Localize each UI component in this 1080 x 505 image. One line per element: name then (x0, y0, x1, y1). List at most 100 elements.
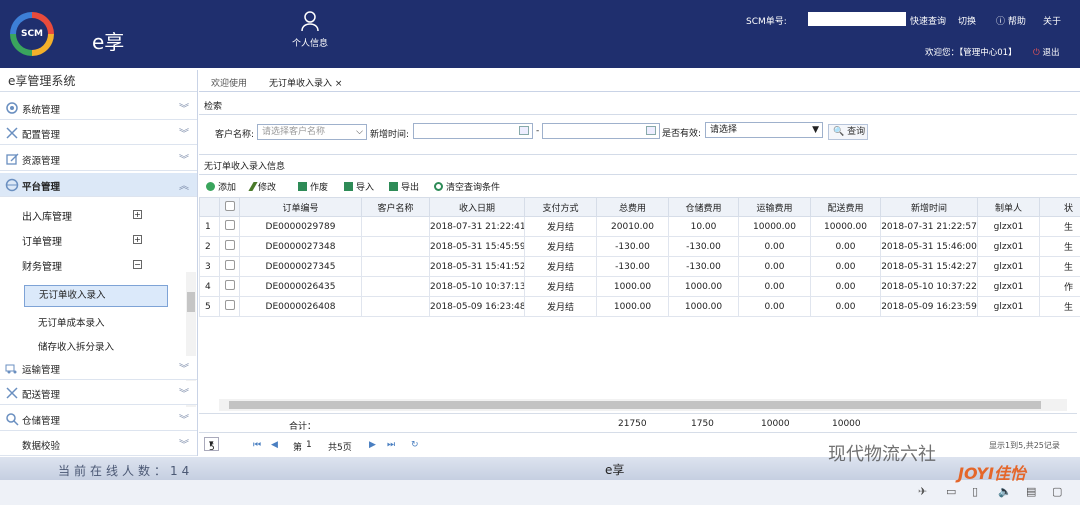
collapse-icon[interactable]: − (133, 260, 142, 269)
empty-cell (220, 377, 240, 397)
leaf-income-entry[interactable]: 无订单收入录入 (24, 285, 168, 307)
empty-cell (220, 357, 240, 377)
empty-row (200, 317, 1080, 337)
menu-delivery[interactable]: 配送管理 ︾ (0, 381, 197, 405)
page-input[interactable]: 1 (306, 440, 312, 450)
scroll-thumb[interactable] (229, 401, 1041, 409)
table-cell: 2018-05-31 15:42:27 (880, 256, 978, 277)
export-button[interactable]: 导出 (389, 180, 419, 193)
row-checkbox[interactable] (219, 236, 240, 257)
close-icon[interactable]: × (335, 79, 343, 89)
scm-input[interactable] (808, 12, 906, 26)
menu-config[interactable]: 配置管理 ︾ (0, 121, 197, 145)
search-button[interactable]: 🔍 查询 (828, 124, 868, 140)
table-cell: 2018-05-09 16:23:59 (880, 296, 978, 317)
menu-resource[interactable]: 资源管理 ︾ (0, 147, 197, 171)
table-cell: 2018-05-10 10:37:22 (880, 276, 978, 297)
col-delivery[interactable]: 配送费用 (810, 197, 881, 217)
sub-finance[interactable]: 财务管理 (22, 258, 62, 273)
menu-system[interactable]: 系统管理 ︾ (0, 96, 197, 120)
void-button[interactable]: 作废 (298, 180, 328, 193)
empty-cell (811, 377, 881, 397)
edit-button[interactable]: 修改 (248, 180, 276, 193)
col-income-date[interactable]: 收入日期 (429, 197, 525, 217)
empty-cell (525, 377, 597, 397)
row-checkbox[interactable] (219, 256, 240, 277)
col-total[interactable]: 总费用 (596, 197, 669, 217)
grid-hscrollbar[interactable] (219, 399, 1067, 411)
empty-cell (1040, 337, 1080, 357)
col-creator[interactable]: 制单人 (977, 197, 1040, 217)
col-order-no[interactable]: 订单编号 (239, 197, 362, 217)
last-page-icon[interactable]: ⏭ (387, 440, 395, 450)
logo: SCM (10, 12, 54, 56)
page-size-select[interactable]: 5 ▾ (204, 437, 219, 453)
col-status[interactable]: 状 (1039, 197, 1080, 217)
col-transport[interactable]: 运输费用 (738, 197, 811, 217)
row-checkbox[interactable] (219, 296, 240, 317)
logout-link[interactable]: ⏻ 退出 (1033, 46, 1059, 58)
table-row[interactable]: 3 DE0000027345 2018-05-31 15:41:52 发月结 -130.… (199, 256, 1080, 277)
keyboard-icon[interactable]: ▤ (1026, 485, 1036, 498)
about-link[interactable]: 关于 (1043, 14, 1061, 27)
pin-icon[interactable]: ✈ (918, 485, 927, 498)
switch-link[interactable]: 切换 (958, 14, 976, 27)
user-info-label: 个人信息 (291, 39, 328, 49)
menu-data-check[interactable]: 数据校验 ︾ (0, 432, 197, 456)
table-row[interactable]: 1 DE0000029789 2018-07-31 21:22:41 发月结 20010… (199, 216, 1080, 237)
leaf-cost-entry[interactable]: 无订单成本录入 (38, 315, 105, 329)
sub-order[interactable]: 订单管理 (22, 233, 62, 248)
menu-platform[interactable]: 平台管理 ︽ (0, 173, 197, 197)
empty-cell (525, 337, 597, 357)
row-checkbox[interactable] (219, 276, 240, 297)
volume-icon[interactable]: 🔈 (998, 485, 1012, 498)
col-storage[interactable]: 仓储费用 (668, 197, 739, 217)
leaf-storage-split[interactable]: 储存收入拆分录入 (38, 339, 114, 353)
table-cell: 发月结 (524, 236, 597, 257)
customer-select[interactable]: 请选择客户名称 ⌵ (257, 124, 367, 140)
refresh-icon[interactable]: ↻ (411, 440, 419, 450)
table-cell: 2018-05-10 10:37:13 (429, 276, 525, 297)
add-button[interactable]: 添加 (206, 180, 236, 193)
row-checkbox[interactable] (219, 216, 240, 237)
table-row[interactable]: 5 DE0000026408 2018-05-09 16:23:48 发月结 1000.… (199, 296, 1080, 317)
table-row[interactable]: 2 DE0000027348 2018-05-31 15:45:59 发月结 -130.… (199, 236, 1080, 257)
expand-icon[interactable]: + (133, 235, 142, 244)
select-all-checkbox[interactable] (219, 197, 240, 217)
prev-page-icon[interactable]: ◀ (271, 440, 278, 450)
end-date-input[interactable] (542, 123, 660, 139)
footer-title: e享 (605, 463, 625, 477)
chevron-up-icon: ︽ (179, 181, 189, 192)
empty-cell (240, 357, 362, 377)
table-row[interactable]: 4 DE0000026435 2018-05-10 10:37:13 发月结 1000.… (199, 276, 1080, 297)
table-cell: 生 (1039, 216, 1080, 237)
quick-search-link[interactable]: 快速查询 (910, 14, 946, 27)
tab-income-entry[interactable]: 无订单收入录入 × (269, 76, 342, 89)
start-date-input[interactable] (413, 123, 533, 139)
chevron-down-icon: ︾ (179, 129, 189, 140)
menu-transport[interactable]: 运输管理 ︾ (0, 356, 197, 380)
sub-inout[interactable]: 出入库管理 (22, 208, 72, 223)
pager: 5 ▾ ⏮ ◀ 第 1 共5页 ▶ ⏭ ↻ 显示1到5,共25记录 (199, 435, 1077, 457)
valid-select[interactable]: 请选择 ▼ (705, 122, 823, 138)
empty-cell (220, 317, 240, 337)
import-button[interactable]: 导入 (344, 180, 374, 193)
battery-icon[interactable]: ▯ (972, 485, 978, 498)
tray-icon[interactable]: ▭ (946, 485, 956, 498)
gear-icon (6, 102, 18, 114)
menu-warehouse[interactable]: 仓储管理 ︾ (0, 407, 197, 431)
expand-icon[interactable]: + (133, 210, 142, 219)
empty-row (200, 337, 1080, 357)
clear-query-button[interactable]: 清空查询条件 (434, 180, 500, 193)
col-created[interactable]: 新增时间 (880, 197, 978, 217)
scroll-thumb[interactable] (187, 292, 195, 312)
col-customer[interactable]: 客户名称 (361, 197, 430, 217)
help-link[interactable]: ⓘ 帮助 (996, 14, 1026, 27)
user-info-button[interactable]: 个人信息 (280, 10, 340, 49)
col-payment[interactable]: 支付方式 (524, 197, 597, 217)
next-page-icon[interactable]: ▶ (369, 440, 376, 450)
notification-icon[interactable]: ▢ (1052, 485, 1062, 498)
tab-welcome[interactable]: 欢迎使用 (211, 76, 247, 89)
first-page-icon[interactable]: ⏮ (253, 440, 261, 450)
empty-cell (597, 317, 669, 337)
